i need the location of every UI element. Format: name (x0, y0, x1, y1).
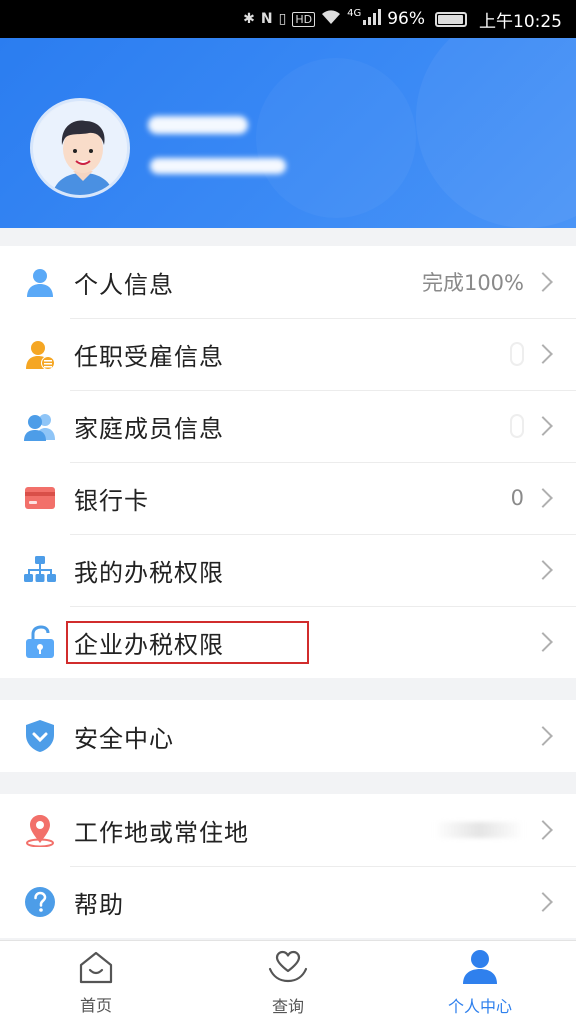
chevron-right-icon (533, 416, 553, 436)
menu-item-family-info[interactable]: 家庭成员信息 (0, 390, 576, 462)
bluetooth-icon: ✱ (243, 11, 255, 27)
chevron-right-icon (533, 726, 553, 746)
profile-info-section: 个人信息 完成100% 任职受雇信息 家庭成员信息 银行卡 0 我的办税权限 企… (0, 246, 576, 678)
lock-icon (22, 624, 58, 660)
menu-item-my-tax-permission[interactable]: 我的办税权限 (0, 534, 576, 606)
completion-value: 完成100% (421, 271, 524, 295)
menu-item-label: 家庭成员信息 (74, 414, 224, 443)
menu-item-label: 银行卡 (74, 486, 149, 515)
employment-icon (22, 336, 58, 372)
network-type: 4G (347, 8, 362, 19)
tab-label: 首页 (79, 995, 112, 1015)
other-section: 工作地或常住地 帮助 (0, 794, 576, 938)
chevron-right-icon (533, 272, 553, 292)
employment-count-redacted (510, 342, 524, 366)
header-decoration (416, 38, 576, 228)
signal-icon (363, 9, 382, 29)
menu-item-employment-info[interactable]: 任职受雇信息 (0, 318, 576, 390)
org-tree-icon (22, 552, 58, 588)
tab-personal-center[interactable]: 个人中心 (384, 941, 576, 1024)
security-section: 安全中心 (0, 700, 576, 772)
tab-home[interactable]: 首页 (0, 941, 192, 1024)
hd-icon: HD (292, 11, 316, 27)
chevron-right-icon (533, 344, 553, 364)
family-icon (22, 408, 58, 444)
bottom-tab-bar: 首页 查询 个人中心 (0, 940, 576, 1024)
menu-item-personal-info[interactable]: 个人信息 完成100% (0, 246, 576, 318)
profile-header (0, 38, 576, 228)
help-icon (22, 884, 58, 920)
vibrate-icon: ▯ (278, 11, 287, 27)
menu-item-work-residence[interactable]: 工作地或常住地 (0, 794, 576, 866)
person-icon (22, 264, 58, 300)
user-id-redacted (150, 158, 286, 174)
tab-label: 查询 (271, 996, 304, 1016)
header-decoration (256, 58, 416, 218)
chevron-right-icon (533, 632, 553, 652)
menu-item-label: 个人信息 (74, 270, 174, 299)
wifi-icon (321, 9, 341, 29)
menu-item-help[interactable]: 帮助 (0, 866, 576, 938)
username-redacted (148, 116, 248, 134)
menu-item-label: 安全中心 (74, 724, 174, 753)
bank-card-icon (22, 480, 58, 516)
heart-hand-icon (267, 949, 309, 989)
menu-item-label: 我的办税权限 (74, 558, 224, 587)
chevron-right-icon (533, 820, 553, 840)
location-pin-icon (22, 812, 58, 848)
battery-icon (435, 11, 467, 27)
menu-item-label: 企业办税权限 (66, 620, 309, 664)
shield-icon (22, 718, 58, 754)
person-filled-icon (461, 949, 499, 989)
battery-percent: 96% (387, 9, 425, 29)
chevron-right-icon (533, 560, 553, 580)
chevron-right-icon (533, 892, 553, 912)
menu-item-label: 工作地或常住地 (74, 818, 249, 847)
menu-item-enterprise-tax-permission[interactable]: 企业办税权限 (0, 606, 576, 678)
nfc-icon: N (260, 11, 273, 27)
work-residence-value-redacted (434, 822, 524, 838)
menu-item-label: 帮助 (74, 890, 124, 919)
clock: 上午10:25 (479, 11, 562, 32)
status-bar: ✱ N ▯ HD 4G 96% 上午10:25 (0, 0, 576, 38)
avatar[interactable] (30, 98, 130, 198)
menu-item-bank-card[interactable]: 银行卡 0 (0, 462, 576, 534)
menu-item-label: 任职受雇信息 (74, 342, 224, 371)
family-count-redacted (510, 414, 524, 438)
menu-item-security-center[interactable]: 安全中心 (0, 700, 576, 772)
tab-label: 个人中心 (447, 996, 512, 1016)
bank-card-count: 0 (510, 486, 524, 510)
home-icon (77, 950, 115, 988)
tab-query[interactable]: 查询 (192, 941, 384, 1024)
chevron-right-icon (533, 488, 553, 508)
